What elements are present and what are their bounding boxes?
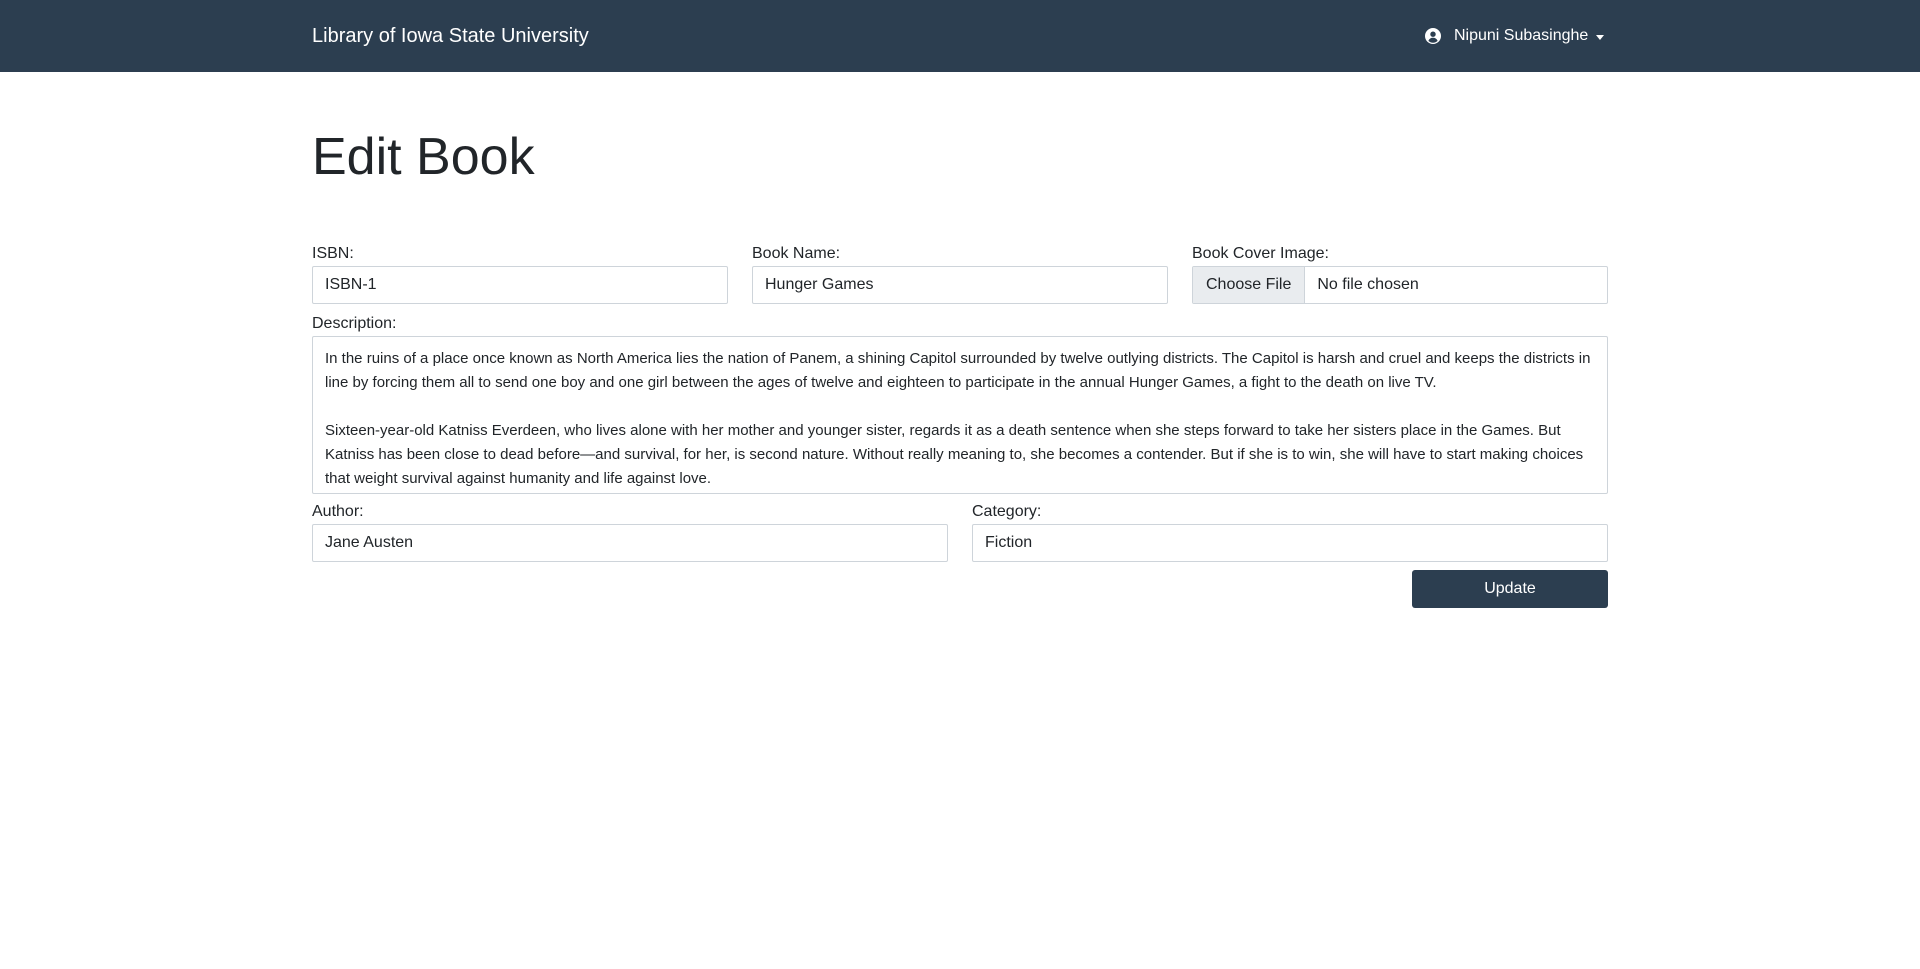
author-input[interactable] [312, 524, 948, 562]
category-input[interactable] [972, 524, 1608, 562]
cover-image-file-input[interactable]: Choose File No file chosen [1192, 266, 1608, 304]
author-label: Author: [312, 503, 364, 520]
user-circle-icon [1425, 28, 1441, 44]
description-textarea[interactable]: In the ruins of a place once known as No… [312, 336, 1608, 494]
brand-title[interactable]: Library of Iowa State University [312, 24, 589, 48]
book-name-label: Book Name: [752, 245, 841, 262]
user-name: Nipuni Subasinghe [1454, 27, 1589, 44]
file-status-text: No file chosen [1317, 276, 1419, 293]
description-paragraph-2: Sixteen-year-old Katniss Everdeen, who l… [325, 422, 1584, 487]
page-title: Edit Book [312, 128, 535, 186]
description-label: Description: [312, 315, 397, 332]
category-label: Category: [972, 503, 1042, 520]
chevron-down-icon [1596, 34, 1605, 40]
isbn-input[interactable] [312, 266, 728, 304]
choose-file-button[interactable]: Choose File [1193, 267, 1306, 303]
update-button[interactable]: Update [1412, 570, 1608, 608]
user-menu-dropdown[interactable]: Nipuni Subasinghe [1425, 26, 1605, 46]
description-paragraph-1: In the ruins of a place once known as No… [325, 350, 1591, 391]
book-name-input[interactable] [752, 266, 1168, 304]
top-navbar: Library of Iowa State University Nipuni … [0, 0, 1920, 72]
isbn-label: ISBN: [312, 245, 354, 262]
cover-image-label: Book Cover Image: [1192, 245, 1329, 262]
